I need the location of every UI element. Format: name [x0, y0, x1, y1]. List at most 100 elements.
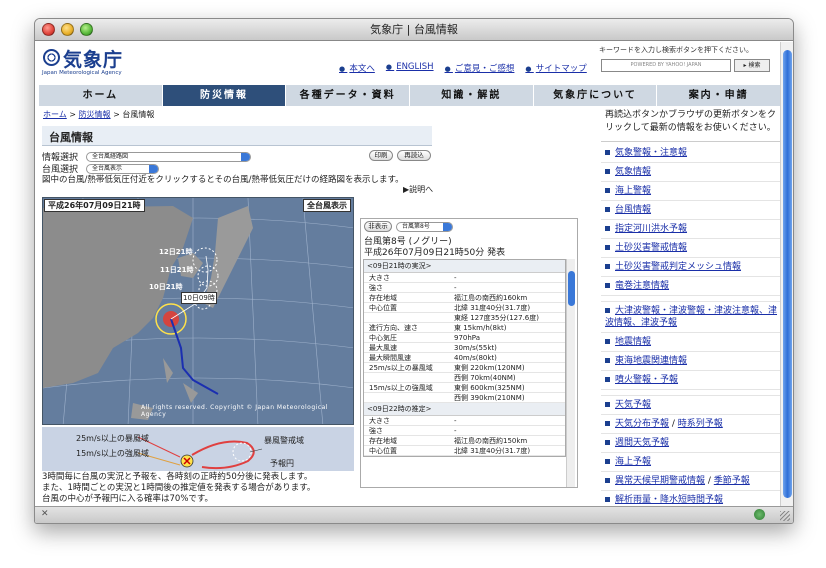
print-button[interactable]: 印刷 [369, 150, 393, 161]
bullet-icon [605, 283, 610, 288]
sidebar-link[interactable]: 天気予報 [615, 400, 651, 410]
sidebar-link[interactable]: 気象情報 [615, 167, 651, 177]
header-link[interactable]: ● サイトマップ [525, 62, 586, 74]
breadcrumb-bosai[interactable]: 防災情報 [79, 110, 111, 119]
sidebar-link[interactable]: 東海地震関連情報 [615, 356, 687, 366]
typhoon-detail-table: <09日21時の実況> 大きさ - 強さ - 存在地域 福江島の南西約160km 中心位置 北緯… [363, 259, 566, 457]
table-row: 中心気圧 970hPa [364, 333, 565, 343]
page-header: 台風情報 [42, 126, 432, 146]
row-key: 15m/s以上の強風域 [369, 384, 433, 392]
sidebar-link-item: 噴火警報・予報 [601, 371, 781, 390]
sidebar-link[interactable]: 海上予報 [615, 457, 651, 467]
typhoon-track-map[interactable]: 平成26年07月09日21時 全台風表示 12日21時 11日21時 10日21… [42, 197, 354, 425]
search-button[interactable]: ▸ 検索 [734, 59, 770, 72]
jma-logo-icon[interactable] [43, 49, 60, 66]
sidebar-link[interactable]: 天気分布予報 [615, 419, 669, 429]
map-copyright: All rights reserved. Copyright © Japan M… [141, 404, 328, 418]
sidebar-link[interactable]: 気象警報・注意報 [615, 148, 687, 158]
sidebar-link-item: 気象警報・注意報 [601, 144, 781, 163]
breadcrumb-home[interactable]: ホーム [43, 110, 67, 119]
resize-grip-icon[interactable] [780, 511, 790, 521]
header-link[interactable]: ● ご意見・ご感想 [445, 62, 515, 74]
info-scroll-thumb[interactable] [568, 271, 575, 306]
sidebar-link[interactable]: 噴火警報・予報 [615, 375, 678, 385]
nav-tab[interactable]: 各種データ・資料 [286, 85, 411, 106]
info-select[interactable]: 全台風経路図 [86, 152, 251, 162]
nav-tab[interactable]: 案内・申請 [657, 85, 781, 106]
sidebar-link[interactable]: 週間天気予報 [615, 438, 669, 448]
zoom-window-button[interactable] [80, 23, 93, 36]
info-scrollbar[interactable] [566, 259, 575, 487]
bullet-icon [605, 478, 610, 483]
bullet-icon [605, 264, 610, 269]
row-key: 大きさ [369, 417, 390, 425]
table-section-header: <09日22時の推定> [364, 403, 565, 416]
window-title: 気象庁 | 台風情報 [370, 23, 458, 36]
row-value: - [454, 427, 457, 435]
map-graphic [43, 198, 353, 424]
row-value: 福江島の南西約150km [454, 437, 528, 445]
explain-link[interactable]: ▶説明へ [403, 184, 433, 195]
nav-tab[interactable]: 気象庁について [534, 85, 658, 106]
search-input[interactable]: POWERED BY YAHOO! JAPAN [601, 59, 731, 72]
sidebar-link[interactable]: 指定河川洪水予報 [615, 224, 687, 234]
header-link[interactable]: ● ENGLISH [386, 62, 434, 74]
sidebar-link[interactable]: 土砂災害警戒判定メッシュ情報 [615, 262, 741, 272]
track-label: 10日21時 [149, 283, 183, 291]
sidebar-link[interactable]: 海上警報 [615, 186, 651, 196]
sidebar-link[interactable]: 台風情報 [615, 205, 651, 215]
close-icon[interactable]: ✕ [41, 509, 49, 519]
sidebar-link-item: 週間天気予報 [601, 434, 781, 453]
row-key: 中心位置 [369, 447, 397, 455]
note-line: また、1時間ごとの実況と1時間後の推定値を発表する場合があります。 [42, 483, 316, 493]
row-value: 東 15km/h(8kt) [454, 324, 507, 332]
row-key: 進行方向、速さ [369, 324, 418, 332]
row-key: 25m/s以上の暴風域 [369, 364, 433, 372]
header-links: ● 本文へ ● ENGLISH ● ご意見・ご感想 ● サイトマップ [339, 62, 587, 74]
table-row: 中心位置 北緯 31度40分(31.7度) [364, 303, 565, 313]
title-bar: 気象庁 | 台風情報 [35, 19, 793, 41]
page-scroll-thumb[interactable] [783, 50, 792, 498]
row-value: 北緯 31度40分(31.7度) [454, 304, 531, 312]
legend-forecast: 予報円 [270, 459, 294, 468]
table-row: 西側 390km(210NM) [364, 393, 565, 403]
header-link-label: サイトマップ [535, 64, 587, 74]
dropdown-arrow-icon [149, 165, 158, 173]
row-value: - [454, 274, 457, 282]
bullet-icon [605, 169, 610, 174]
table-row: 大きさ - [364, 416, 565, 426]
hide-button[interactable]: 非表示 [364, 221, 392, 232]
table-row: 15m/s以上の強風域 東側 600km(325NM) [364, 383, 565, 393]
page-title: 台風情報 [49, 131, 93, 144]
header-link[interactable]: ● 本文へ [339, 62, 375, 74]
close-window-button[interactable] [42, 23, 55, 36]
logo-text[interactable]: 気象庁 [63, 45, 123, 72]
nav-tab[interactable]: ホーム [39, 85, 163, 106]
row-key: 中心位置 [369, 304, 397, 312]
map-legend: 25m/s以上の暴風域 15m/s以上の強風域 暴風警戒域 予報円 [42, 427, 354, 471]
row-value: 福江島の南西約160km [454, 294, 528, 302]
page-scrollbar[interactable] [780, 42, 793, 508]
typhoon-detail-select[interactable]: 台風第8号 [396, 222, 453, 232]
table-row: 進行方向、速さ 東 15km/h(8kt) [364, 323, 565, 333]
row-value: 東側 600km(325NM) [454, 384, 525, 392]
sidebar-link[interactable]: 時系列予報 [678, 419, 723, 429]
nav-tab[interactable]: 防災情報 [162, 85, 287, 106]
link-separator: / [669, 419, 678, 429]
row-value: 40m/s(80kt) [454, 354, 497, 362]
sidebar-link[interactable]: 地震情報 [615, 337, 651, 347]
sidebar-link[interactable]: 大津波警報・津波警報・津波注意報、津波情報、津波予報 [605, 306, 777, 328]
sidebar-link[interactable]: 季節予報 [714, 476, 750, 486]
bullet-icon [605, 440, 610, 445]
sidebar-link[interactable]: 異常天候早期警戒情報 [615, 476, 705, 486]
sidebar-link[interactable]: 竜巻注意情報 [615, 281, 669, 291]
sidebar-link[interactable]: 解析雨量・降水短時間予報 [615, 495, 723, 505]
sidebar-link[interactable]: 土砂災害警戒情報 [615, 243, 687, 253]
sidebar-link-item: 海上警報 [601, 182, 781, 201]
table-row: 西側 70km(40NM) [364, 373, 565, 383]
reload-button[interactable]: 再読込 [397, 150, 431, 161]
dropdown-arrow-icon [241, 153, 250, 161]
nav-tab[interactable]: 知識・解説 [410, 85, 534, 106]
minimize-window-button[interactable] [61, 23, 74, 36]
bullet-icon [605, 339, 610, 344]
